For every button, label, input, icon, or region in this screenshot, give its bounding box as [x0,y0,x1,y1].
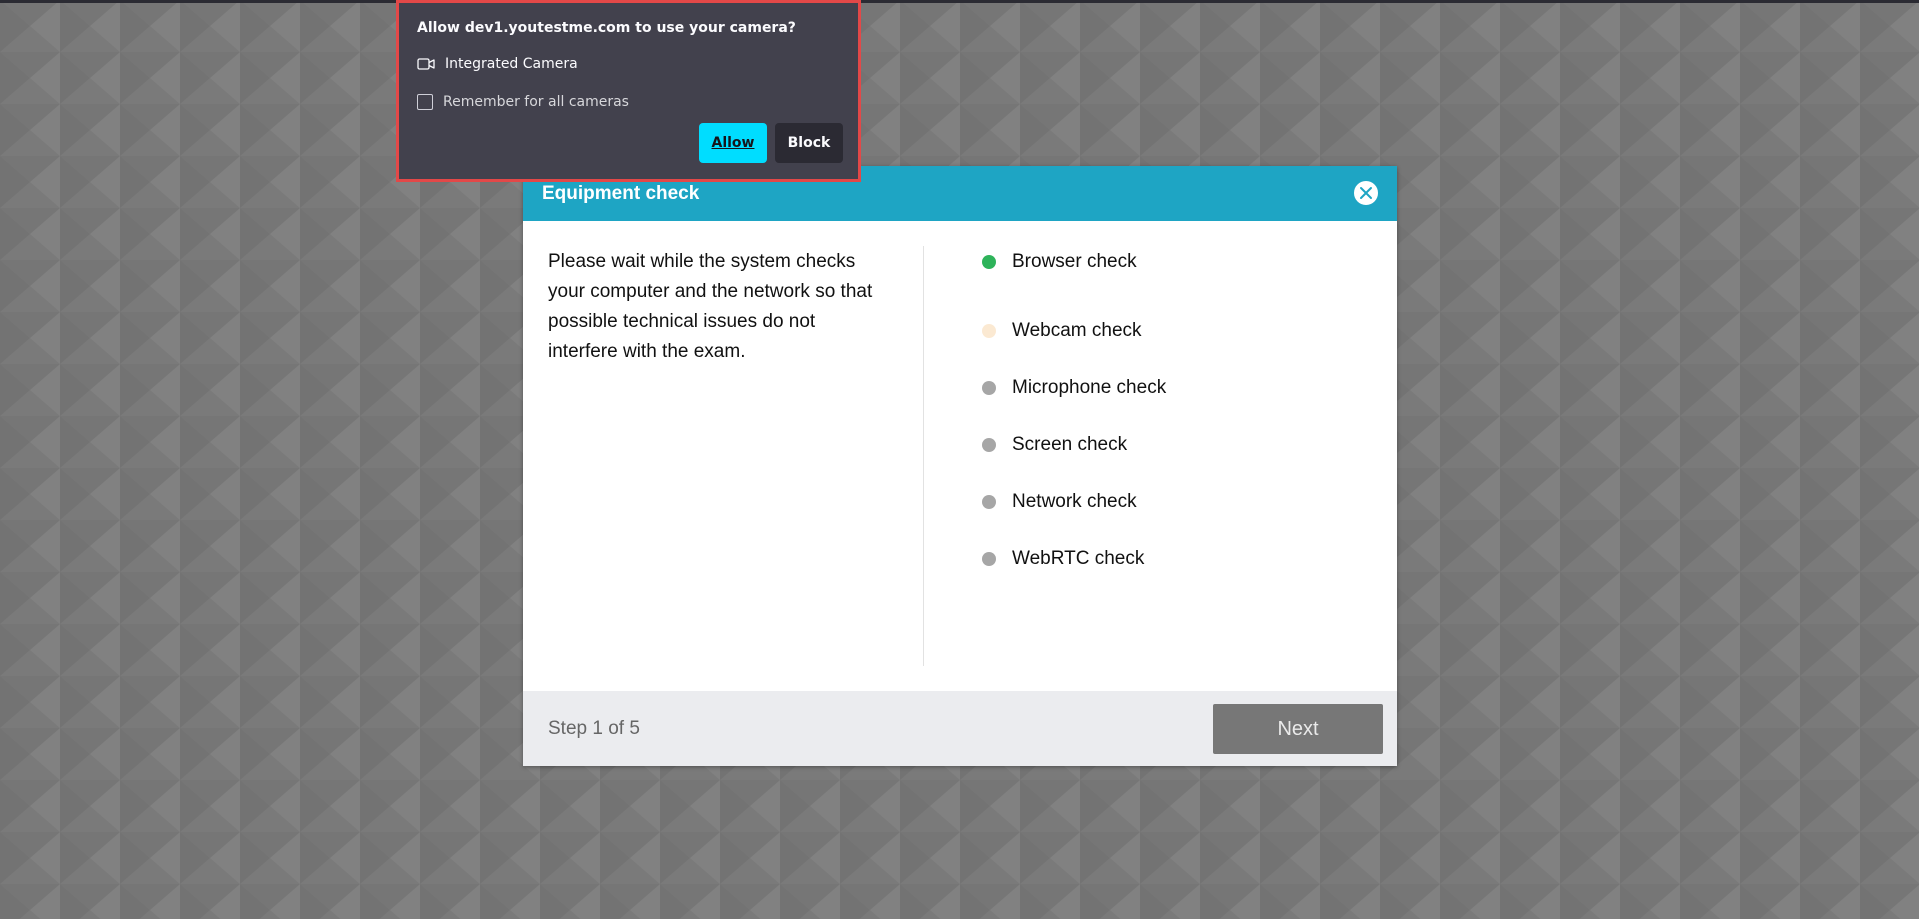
check-item-network: Network check [958,473,1166,530]
status-dot-pending [982,494,996,509]
checks-list: Browser check Webcam check Microphone ch… [958,245,1166,587]
permission-title: Allow dev1.youtestme.com to use your cam… [417,20,796,36]
status-dot-in-progress [982,323,996,338]
check-item-screen: Screen check [958,416,1166,473]
check-label: Network check [1012,490,1137,512]
camera-device-label: Integrated Camera [445,56,578,72]
camera-icon [417,57,435,71]
close-icon [1360,187,1372,199]
dialog-body: Please wait while the system checks your… [523,221,1397,691]
check-label: Webcam check [1012,319,1142,341]
step-indicator: Step 1 of 5 [548,718,640,739]
remember-checkbox[interactable] [417,94,433,110]
check-label: Browser check [1012,250,1137,272]
allow-button[interactable]: Allow [699,123,767,163]
check-item-webrtc: WebRTC check [958,530,1166,587]
close-button[interactable] [1354,181,1378,205]
check-label: Screen check [1012,433,1128,455]
camera-device-row: Integrated Camera [417,56,578,72]
check-label: WebRTC check [1012,547,1145,569]
block-button[interactable]: Block [775,123,843,163]
check-label: Microphone check [1012,376,1167,398]
remember-label[interactable]: Remember for all cameras [443,94,629,110]
instructions-text: Please wait while the system checks your… [548,251,873,362]
status-dot-passed [982,254,996,269]
check-item-webcam: Webcam check [958,302,1166,359]
dialog-title: Equipment check [542,183,700,204]
dialog-footer: Step 1 of 5 Next [523,691,1397,766]
column-divider [923,246,924,666]
next-button[interactable]: Next [1213,704,1383,754]
check-item-browser: Browser check [958,245,1166,278]
equipment-check-dialog: Equipment check Please wait while the sy… [523,166,1397,766]
camera-permission-popup: Allow dev1.youtestme.com to use your cam… [396,0,861,182]
check-item-microphone: Microphone check [958,359,1166,416]
status-dot-pending [982,380,996,395]
status-dot-pending [982,437,996,452]
status-dot-pending [982,551,996,566]
browser-top-strip [0,0,1919,3]
remember-row: Remember for all cameras [417,94,629,110]
